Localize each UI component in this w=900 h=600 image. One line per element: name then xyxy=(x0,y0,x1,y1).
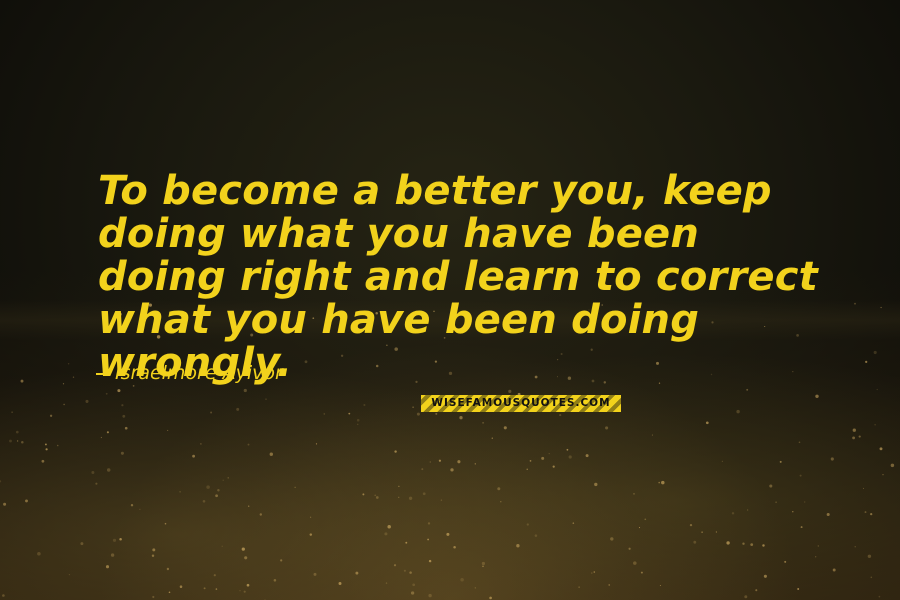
author-name: Israelmore Ayivor xyxy=(115,362,283,384)
quote-text: To become a better you, keep doing what … xyxy=(98,168,818,386)
quote-image: To become a better you, keep doing what … xyxy=(0,0,900,600)
author-dash xyxy=(96,372,107,375)
watermark-text: WISEFAMOUSQUOTES.COM xyxy=(421,395,621,412)
watermark-logo: WISEFAMOUSQUOTES.COM xyxy=(421,395,621,412)
quote-author: Israelmore Ayivor xyxy=(96,362,283,384)
